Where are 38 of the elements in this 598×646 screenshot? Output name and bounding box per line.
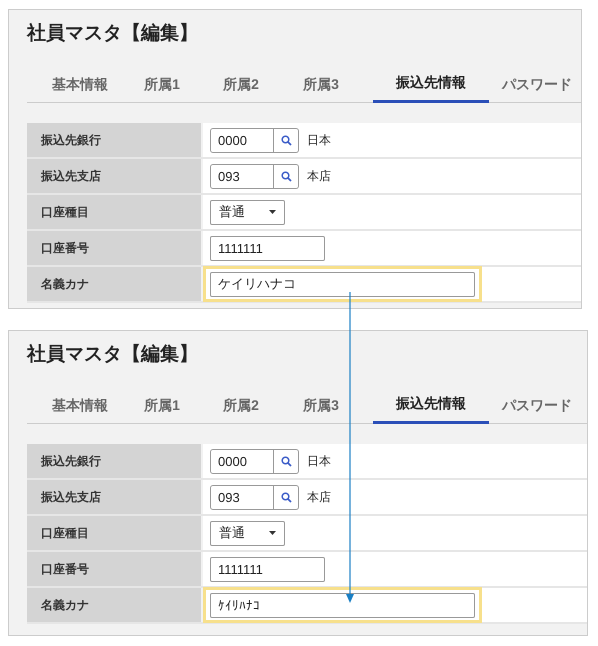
tab[interactable]: 所属1 bbox=[123, 386, 201, 424]
field-label: 振込先支店 bbox=[27, 159, 203, 193]
field-label: 口座番号 bbox=[27, 552, 203, 586]
code-field[interactable]: 093 bbox=[210, 484, 274, 510]
type-dropdown[interactable]: 普通 bbox=[210, 200, 285, 224]
field-label: 振込先銀行 bbox=[27, 123, 203, 157]
tab[interactable]: 所属3 bbox=[281, 65, 361, 103]
tab[interactable]: 所属2 bbox=[201, 386, 281, 424]
name-field[interactable]: ケイリハナコ bbox=[210, 272, 475, 296]
tab[interactable]: 基本情報 bbox=[27, 65, 123, 103]
tab[interactable]: 振込先情報 bbox=[373, 65, 489, 103]
number-field[interactable]: 1111111 bbox=[210, 236, 325, 260]
tab[interactable]: パスワード bbox=[489, 65, 585, 103]
lookup-result: 日本 bbox=[307, 453, 331, 470]
tab[interactable]: 基本情報 bbox=[27, 386, 123, 424]
field-label: 口座種目 bbox=[27, 195, 203, 229]
lookup-result: 日本 bbox=[307, 132, 331, 149]
field-label: 口座種目 bbox=[27, 516, 203, 550]
page-title: 社員マスタ【編集】 bbox=[27, 342, 199, 367]
number-field[interactable]: 1111111 bbox=[210, 556, 325, 582]
lookup-result: 本店 bbox=[307, 168, 331, 185]
field-label: 名義カナ bbox=[27, 267, 203, 301]
tab[interactable]: 所属2 bbox=[201, 65, 281, 103]
code-field[interactable]: 0000 bbox=[210, 128, 274, 152]
type-dropdown[interactable]: 普通 bbox=[210, 520, 285, 546]
lookup-result: 本店 bbox=[307, 489, 331, 506]
field-label: 振込先支店 bbox=[27, 480, 203, 514]
name-field[interactable]: ｹｲﾘﾊﾅｺ bbox=[210, 592, 475, 618]
page-title: 社員マスタ【編集】 bbox=[27, 22, 199, 46]
code-field[interactable]: 093 bbox=[210, 164, 274, 188]
tab[interactable]: パスワード bbox=[489, 386, 585, 424]
field-label: 振込先銀行 bbox=[27, 444, 203, 478]
field-label: 名義カナ bbox=[27, 588, 203, 622]
field-label: 口座番号 bbox=[27, 231, 203, 265]
code-field[interactable]: 0000 bbox=[210, 448, 274, 474]
tab[interactable]: 振込先情報 bbox=[373, 386, 489, 424]
tab[interactable]: 所属3 bbox=[281, 386, 361, 424]
tab[interactable]: 所属1 bbox=[123, 65, 201, 103]
